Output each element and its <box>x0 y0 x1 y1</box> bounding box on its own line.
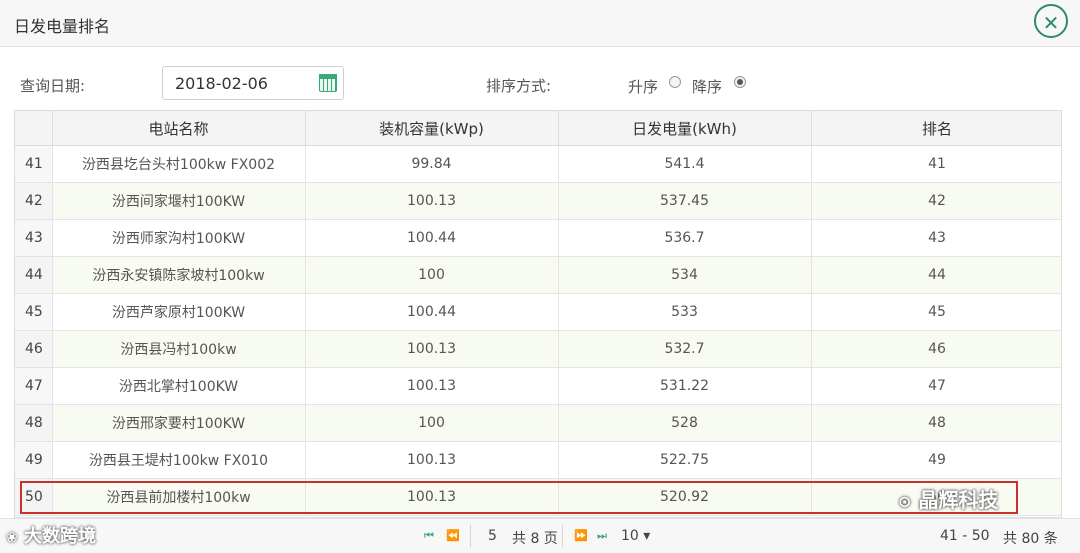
capacity-cell: 100.13 <box>305 478 559 516</box>
sort-asc-radio[interactable] <box>669 76 681 88</box>
station-name: 汾西县前加楼村100kw <box>52 478 306 516</box>
row-number: 46 <box>15 330 53 368</box>
station-name: 汾西县冯村100kw <box>52 330 306 368</box>
station-name: 汾西北掌村100KW <box>52 367 306 405</box>
daily-output-cell: 522.75 <box>558 441 812 479</box>
capacity-cell: 100.13 <box>305 330 559 368</box>
capacity-cell: 100.13 <box>305 367 559 405</box>
date-label: 查询日期: <box>20 77 86 95</box>
table-header: 电站名称 装机容量(kWp) 日发电量(kWh) 排名 <box>15 111 1061 146</box>
daily-output-cell: 532.7 <box>558 330 812 368</box>
daily-output-cell: 520.92 <box>558 478 812 516</box>
table-row[interactable]: 47 汾西北掌村100KW 100.13 531.22 47 <box>15 367 1061 405</box>
table-row[interactable]: 42 汾西间家堰村100KW 100.13 537.45 42 <box>15 182 1061 220</box>
daily-output-cell: 536.7 <box>558 219 812 257</box>
rank-cell: 46 <box>811 330 1061 368</box>
row-number: 49 <box>15 441 53 479</box>
calendar-icon[interactable] <box>319 74 337 92</box>
date-value: 2018-02-06 <box>175 74 268 93</box>
station-name: 汾西师家沟村100KW <box>52 219 306 257</box>
row-number: 48 <box>15 404 53 442</box>
table-row[interactable]: 45 汾西芦家原村100KW 100.44 533 45 <box>15 293 1061 331</box>
rank-cell: 47 <box>811 367 1061 405</box>
current-page[interactable]: 5 <box>488 528 497 544</box>
station-name: 汾西县王堤村100kw FX010 <box>52 441 306 479</box>
rank-cell: 49 <box>811 441 1061 479</box>
rank-cell: 48 <box>811 404 1061 442</box>
station-name: 汾西芦家原村100KW <box>52 293 306 331</box>
last-page-icon[interactable]: ⏭ <box>597 529 607 543</box>
daily-output-cell: 528 <box>558 404 812 442</box>
ranking-table: 电站名称 装机容量(kWp) 日发电量(kWh) 排名 41 汾西县圪台头村100kw … <box>14 110 1062 518</box>
date-input[interactable]: 2018-02-06 <box>162 66 344 100</box>
table-row[interactable]: 46 汾西县冯村100kw 100.13 532.7 46 <box>15 330 1061 368</box>
row-number: 47 <box>15 367 53 405</box>
pagination-bar: ⏮ ⏪ 5 共 8 页 ⏩ ⏭ 10 ▾ 41 - 50 共 80 条 <box>0 518 1080 553</box>
rank-cell: 42 <box>811 182 1061 220</box>
capacity-cell: 100 <box>305 404 559 442</box>
capacity-cell: 100 <box>305 256 559 294</box>
close-icon[interactable]: ✕ <box>1034 4 1068 38</box>
rank-cell: 45 <box>811 293 1061 331</box>
station-name: 汾西县圪台头村100kw FX002 <box>52 145 306 183</box>
rank-cell: 43 <box>811 219 1061 257</box>
sort-desc-label: 降序 <box>692 78 723 96</box>
watermark-left: ❀ 大数跨境 <box>6 526 97 547</box>
total-pages: 共 8 页 <box>512 531 558 547</box>
row-number: 44 <box>15 256 53 294</box>
station-name: 汾西间家堰村100KW <box>52 182 306 220</box>
first-page-icon[interactable]: ⏮ <box>424 529 434 543</box>
row-number: 50 <box>15 478 53 516</box>
column-header: 电站名称 <box>52 111 306 146</box>
divider <box>562 525 563 547</box>
column-header: 排名 <box>811 111 1061 146</box>
daily-output-cell: 533 <box>558 293 812 331</box>
table-row[interactable]: 41 汾西县圪台头村100kw FX002 99.84 541.4 41 <box>15 145 1061 183</box>
next-page-icon[interactable]: ⏩ <box>574 529 588 542</box>
window-title: 日发电量排名 <box>14 17 111 36</box>
title-bar: 日发电量排名 ✕ <box>0 0 1080 47</box>
total-count: 共 80 条 <box>1003 531 1058 547</box>
divider <box>470 525 471 547</box>
daily-output-cell: 534 <box>558 256 812 294</box>
filter-bar: 查询日期: 2018-02-06 排序方式: 升序 降序 <box>0 64 1080 104</box>
table-row[interactable]: 44 汾西永安镇陈家坡村100kw 100 534 44 <box>15 256 1061 294</box>
daily-output-cell: 531.22 <box>558 367 812 405</box>
column-header: 日发电量(kWh) <box>558 111 812 146</box>
daily-output-cell: 537.45 <box>558 182 812 220</box>
capacity-cell: 100.44 <box>305 293 559 331</box>
capacity-cell: 100.44 <box>305 219 559 257</box>
table-row[interactable]: 43 汾西师家沟村100KW 100.44 536.7 43 <box>15 219 1061 257</box>
capacity-cell: 100.13 <box>305 182 559 220</box>
sort-label: 排序方式: <box>486 77 552 95</box>
rank-cell: 44 <box>811 256 1061 294</box>
station-name: 汾西永安镇陈家坡村100kw <box>52 256 306 294</box>
daily-output-cell: 541.4 <box>558 145 812 183</box>
table-row[interactable]: 48 汾西邢家要村100KW 100 528 48 <box>15 404 1061 442</box>
sort-desc-radio[interactable] <box>734 76 746 88</box>
row-number: 45 <box>15 293 53 331</box>
sort-asc-label: 升序 <box>628 78 659 96</box>
station-name: 汾西邢家要村100KW <box>52 404 306 442</box>
capacity-cell: 100.13 <box>305 441 559 479</box>
table-row[interactable]: 49 汾西县王堤村100kw FX010 100.13 522.75 49 <box>15 441 1061 479</box>
row-number: 43 <box>15 219 53 257</box>
row-number: 42 <box>15 182 53 220</box>
column-header: 装机容量(kWp) <box>305 111 559 146</box>
range-text: 41 - 50 <box>940 528 990 544</box>
capacity-cell: 99.84 <box>305 145 559 183</box>
prev-page-icon[interactable]: ⏪ <box>446 529 460 542</box>
page-size-select[interactable]: 10 ▾ <box>621 528 650 544</box>
row-number: 41 <box>15 145 53 183</box>
rank-cell: 41 <box>811 145 1061 183</box>
watermark-right: ⊙ 晶辉科技 <box>898 488 999 512</box>
column-header <box>15 111 53 146</box>
